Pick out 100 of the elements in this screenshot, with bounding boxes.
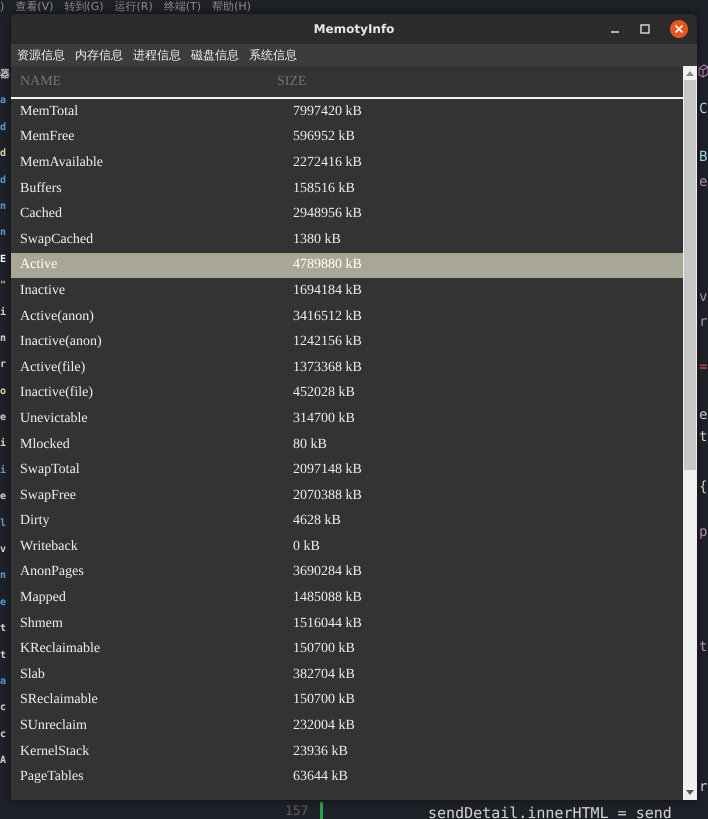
table-row[interactable]: SwapCached 1380 kB — [11, 226, 683, 253]
table-cell: 452028 kB — [293, 385, 355, 402]
table-row[interactable]: Inactive(file) 452028 kB — [11, 380, 683, 406]
table-row[interactable]: MemFree 596952 kB — [11, 124, 683, 150]
table-cell-text: KReclaimable — [19, 641, 102, 658]
table-cell: 2948956 kB — [293, 206, 362, 222]
code-fragment: p — [699, 523, 708, 541]
table-cell-text: Slab — [19, 666, 46, 683]
code-fragment: t — [0, 648, 6, 663]
table-row[interactable]: Inactive 1694184 kB — [11, 278, 683, 304]
table-row[interactable]: KernelStack 23936 kB — [11, 738, 683, 764]
table-row[interactable]: SUnreclaim 232004 kB — [11, 713, 683, 739]
scroll-up-icon[interactable] — [686, 70, 694, 76]
code-fragment: c — [0, 701, 6, 716]
code-fragment: t — [0, 622, 6, 636]
table-cell: 7997420 kB — [293, 104, 362, 120]
menu-item[interactable]: 磁盘信息 — [191, 46, 239, 64]
table-cell: 3416512 kB — [293, 308, 362, 325]
table-cell: 1242156 kB — [293, 334, 362, 350]
table-cell: 1485088 kB — [293, 590, 362, 606]
menu-item[interactable]: 进程信息 — [133, 46, 181, 64]
editor-menu-item[interactable]: 查看(V) — [15, 0, 54, 14]
table-cell-text: Inactive — [19, 282, 66, 299]
table-cell: 1694184 kB — [293, 282, 362, 299]
table-row[interactable]: SwapFree 2070388 kB — [11, 482, 683, 508]
table-row[interactable]: Dirty 4628 kB — [11, 508, 683, 534]
table-cell: 158516 kB — [293, 180, 355, 197]
scroll-down-icon[interactable] — [686, 790, 694, 796]
editor-menu-item[interactable]: 帮助(H) — [212, 0, 251, 14]
table-cell-text: Mapped — [19, 590, 67, 606]
code-line: sendDetail.innerHTML = send — [428, 804, 672, 819]
table-row[interactable]: KReclaimable 150700 kB — [11, 636, 683, 662]
table-cell-text: PageTables — [19, 769, 85, 786]
table-row[interactable]: Active(file) 1373368 kB — [11, 354, 683, 381]
editor-menu-item[interactable]: 转到(G) — [64, 0, 104, 14]
table-row[interactable]: Active(anon) 3416512 kB — [11, 304, 683, 330]
table-row[interactable]: Buffers 158516 kB — [11, 176, 683, 202]
table-cell: 0 kB — [293, 538, 320, 555]
table-cell-text: SReclaimable — [19, 692, 99, 708]
table-cell: 2070388 kB — [293, 488, 362, 504]
code-fragment: v — [699, 288, 708, 306]
code-fragment: d — [0, 147, 6, 162]
table-cell-text: Mlocked — [19, 436, 71, 453]
code-fragment: C — [699, 100, 708, 118]
code-fragment: B — [699, 148, 708, 166]
code-fragment: e — [699, 173, 708, 191]
table-cell-text: Writeback — [19, 538, 79, 555]
table-cell-text: Active — [19, 257, 58, 274]
code-fragment: o — [0, 384, 6, 399]
code-fragment: n — [0, 332, 6, 346]
table-row[interactable]: MemAvailable 2272416 kB — [11, 150, 683, 176]
menu-item[interactable]: 内存信息 — [75, 46, 123, 64]
table-row[interactable]: SReclaimable 150700 kB — [11, 688, 683, 714]
table-row[interactable]: Inactive(anon) 1242156 kB — [11, 329, 683, 355]
cube-icon — [698, 64, 708, 78]
menu-item[interactable]: 资源信息 — [17, 46, 65, 64]
table-row[interactable]: SwapTotal 2097148 kB — [11, 457, 683, 483]
table-row[interactable]: Writeback 0 kB — [11, 534, 683, 560]
table-cell: 2272416 kB — [293, 154, 362, 171]
code-fragment: t — [699, 638, 708, 656]
table-cell-text: Inactive(anon) — [19, 334, 103, 350]
maximize-icon[interactable] — [640, 24, 650, 34]
scrollbar[interactable] — [683, 66, 697, 800]
menu-item[interactable]: 系统信息 — [249, 46, 297, 64]
code-fragment: l — [0, 516, 6, 531]
table-row[interactable]: Mlocked 80 kB — [11, 432, 683, 458]
table-row[interactable]: Slab 382704 kB — [11, 662, 683, 688]
table-cell: 4789880 kB — [293, 257, 362, 274]
code-fragment: i — [0, 464, 6, 478]
code-fragment: 器 — [0, 68, 10, 82]
code-fragment: v — [0, 543, 6, 558]
table-cell: 63644 kB — [293, 769, 348, 786]
table-cell: 232004 kB — [293, 718, 355, 734]
table-row[interactable]: AnonPages 3690284 kB — [11, 560, 683, 586]
table-cell-text: KernelStack — [19, 744, 90, 760]
table-row[interactable]: Cached 2948956 kB — [11, 201, 683, 227]
editor-menu-item[interactable]: ) — [0, 0, 4, 14]
table-cell: 1373368 kB — [293, 360, 362, 376]
code-fragment: e — [0, 490, 6, 504]
table-row[interactable]: MemTotal 7997420 kB — [11, 99, 683, 125]
table-row[interactable]: Mapped 1485088 kB — [11, 585, 683, 611]
table-cell-text: Unevictable — [19, 410, 89, 427]
editor-menu-item[interactable]: 运行(R) — [114, 0, 153, 14]
table-cell-text: Cached — [19, 206, 63, 222]
scrollbar-thumb[interactable] — [684, 80, 696, 470]
editor-menu-item[interactable]: 终端(T) — [164, 0, 202, 14]
code-fragment: r — [699, 778, 708, 796]
table-row[interactable]: Unevictable 314700 kB — [11, 406, 683, 432]
code-fragment: c — [0, 728, 6, 742]
close-icon[interactable] — [670, 20, 688, 38]
table-cell-text: Shmem — [19, 616, 64, 632]
table-cell-text: SwapTotal — [19, 462, 81, 478]
table-cell-text: SwapCached — [19, 232, 94, 248]
code-fragment: { — [699, 478, 708, 496]
table-row[interactable]: PageTables 63644 kB — [11, 764, 683, 790]
table-row[interactable]: Shmem 1516044 kB — [11, 610, 683, 636]
table-cell-text: Active(anon) — [19, 308, 95, 325]
line-number: 157 — [285, 804, 308, 819]
table-cell: 150700 kB — [293, 692, 355, 708]
table-cell-text: Dirty — [19, 513, 51, 530]
